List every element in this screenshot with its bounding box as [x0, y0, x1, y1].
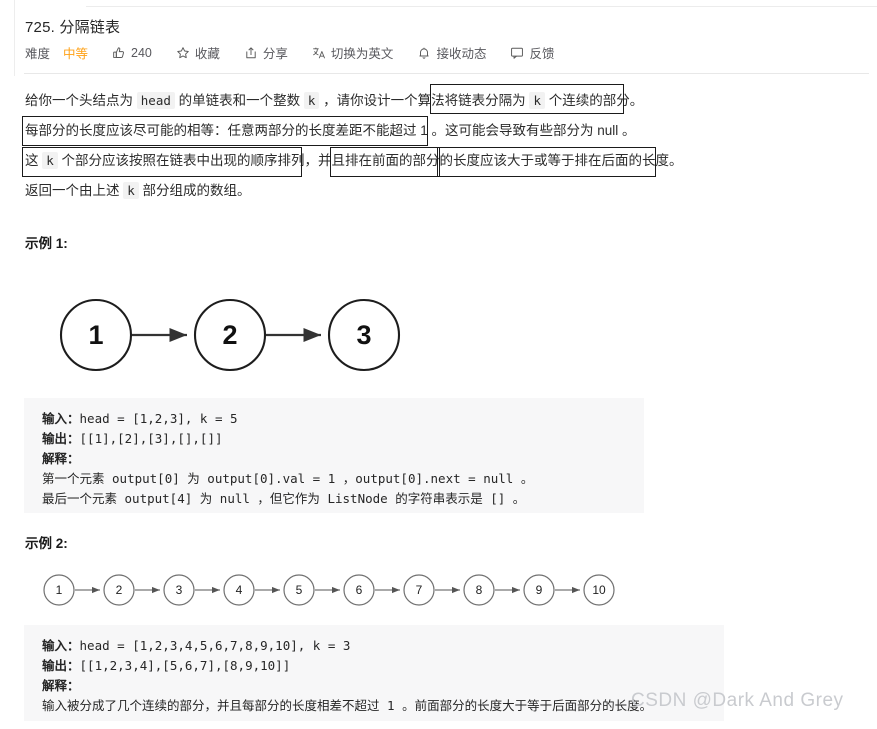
example-1-code-block: 输入：head = [1,2,3], k = 5 输出：[[1],[2],[3]…: [24, 398, 644, 513]
page-title: 725. 分隔链表: [25, 19, 121, 36]
difficulty-value: 中等: [63, 47, 89, 61]
example-1-explain-label: 解释：: [42, 451, 80, 466]
desc-l1-c: ，请你设计一个算法将链表分隔为: [319, 93, 530, 108]
translate-label: 切换为英文: [330, 47, 394, 61]
favorite-button[interactable]: 收藏: [176, 43, 220, 62]
node-label: 5: [296, 583, 303, 597]
example-2-code-block: 输入：head = [1,2,3,4,5,6,7,8,9,10], k = 3 …: [24, 625, 724, 721]
example-2-input-label: 输入：: [42, 638, 80, 653]
example-2-explain-line-1: 输入被分成了几个连续的部分，并且每部分的长度相差不超过 1 。前面部分的长度大于…: [42, 698, 653, 713]
node-label: 9: [536, 583, 543, 597]
inline-code-k-3: k: [42, 152, 58, 169]
header-divider: [24, 73, 869, 74]
problem-description: 给你一个头结点为 head 的单链表和一个整数 k ，请你设计一个算法将链表分隔…: [25, 86, 855, 206]
feedback-label: 反馈: [529, 47, 555, 61]
share-button[interactable]: 分享: [244, 43, 288, 62]
node-label: 2: [222, 320, 237, 350]
description-line-4: 返回一个由上述 k 部分组成的数组。: [25, 176, 855, 206]
node-label: 4: [236, 583, 243, 597]
node-label: 6: [356, 583, 363, 597]
feedback-icon: [510, 46, 524, 60]
example-2-explain-label: 解释：: [42, 678, 80, 693]
subscribe-label: 接收动态: [436, 47, 487, 61]
feedback-button[interactable]: 反馈: [510, 43, 554, 62]
description-line-1: 给你一个头结点为 head 的单链表和一个整数 k ，请你设计一个算法将链表分隔…: [25, 86, 855, 116]
window-top-border: [86, 6, 877, 7]
star-icon: [176, 46, 190, 60]
like-count: 240: [131, 45, 152, 60]
desc-l3-b: 个部分应该按照在链表中出现的顺序排列，并且排在前面的部分的长度应该大于或等于排在…: [57, 153, 683, 168]
thumbs-up-icon: [112, 46, 126, 60]
example-2-diagram: 1 2 3 4 5 6 7 8 9 10: [38, 567, 623, 618]
example-1-diagram: 1 2 3: [55, 282, 405, 397]
translate-icon: [312, 46, 326, 60]
node-label: 2: [116, 583, 123, 597]
inline-code-k-1: k: [303, 92, 320, 109]
inline-code-head: head: [136, 92, 175, 109]
desc-l3-a: 这: [25, 153, 43, 168]
bell-icon: [417, 46, 431, 60]
desc-l4-a: 返回一个由上述: [25, 183, 124, 198]
inline-code-k-2: k: [529, 92, 545, 109]
share-label: 分享: [262, 47, 288, 61]
page-root: 725. 分隔链表 难度 中等 240 收藏 分享 切换为英文 接收动态 反馈 …: [0, 0, 877, 729]
node-label: 1: [88, 320, 103, 350]
node-label: 1: [56, 583, 63, 597]
watermark: CSDN @Dark And Grey: [631, 690, 844, 711]
example-1-input-label: 输入：: [42, 411, 80, 426]
example-2-label: 示例 2:: [25, 536, 68, 551]
translate-button[interactable]: 切换为英文: [312, 43, 394, 62]
desc-l1-d: 个连续的部分。: [544, 93, 644, 108]
description-line-3: 这 k 个部分应该按照在链表中出现的顺序排列，并且排在前面的部分的长度应该大于或…: [25, 146, 855, 176]
difficulty-label: 难度: [25, 47, 51, 61]
example-2-output-value: [[1,2,3,4],[5,6,7],[8,9,10]]: [79, 658, 291, 673]
example-2-input-value: head = [1,2,3,4,5,6,7,8,9,10], k = 3: [79, 638, 351, 653]
desc-l1-b: 的单链表和一个整数: [174, 93, 304, 108]
example-1-explain-line-1: 第一个元素 output[0] 为 output[0].val = 1 ，out…: [42, 471, 534, 486]
node-label: 8: [476, 583, 483, 597]
inline-code-k-4: k: [123, 182, 139, 199]
node-label: 7: [416, 583, 423, 597]
share-icon: [244, 46, 258, 60]
subscribe-button[interactable]: 接收动态: [417, 43, 486, 62]
example-1-explain-line-2: 最后一个元素 output[4] 为 null ，但它作为 ListNode 的…: [42, 491, 526, 506]
description-line-2: 每部分的长度应该尽可能的相等：任意两部分的长度差距不能超过 1 。这可能会导致有…: [25, 123, 636, 138]
example-1-label: 示例 1:: [25, 236, 68, 251]
node-label: 3: [356, 320, 371, 350]
node-label: 3: [176, 583, 183, 597]
example-1-output-value: [[1],[2],[3],[],[]]: [79, 431, 223, 446]
desc-l1-a: 给你一个头结点为: [25, 93, 137, 108]
example-1-input-value: head = [1,2,3], k = 5: [79, 411, 238, 426]
difficulty-badge: 难度 中等: [25, 43, 88, 62]
desc-l4-b: 部分组成的数组。: [138, 183, 251, 198]
node-label: 10: [592, 583, 606, 597]
like-button[interactable]: 240: [112, 46, 152, 60]
example-2-output-label: 输出：: [42, 658, 80, 673]
linked-list-svg-large: 1 2 3: [59, 298, 401, 372]
favorite-label: 收藏: [194, 47, 220, 61]
problem-toolbar: 难度 中等 240 收藏 分享 切换为英文 接收动态 反馈: [25, 43, 554, 62]
example-1-output-label: 输出：: [42, 431, 80, 446]
window-left-border: [14, 0, 15, 76]
linked-list-svg-small: 1 2 3 4 5 6 7 8 9 10: [43, 574, 615, 606]
